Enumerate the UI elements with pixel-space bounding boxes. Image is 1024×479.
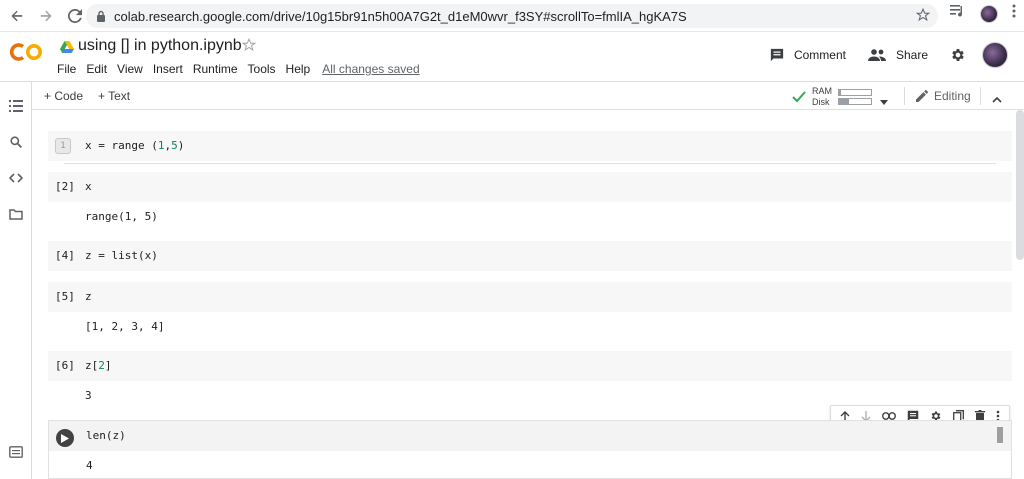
toolbar-divider [904, 87, 905, 105]
cell-exec-count: [2] [55, 180, 75, 193]
code-snippets-icon[interactable] [8, 170, 24, 186]
code-cell[interactable]: [4] z = list(x) [48, 241, 1012, 271]
disk-meter [838, 98, 872, 105]
cell-output: [1, 2, 3, 4] [85, 320, 165, 333]
add-code-cell-button[interactable]: + Code [44, 89, 83, 103]
ram-label: RAM [812, 86, 832, 96]
command-palette-icon[interactable] [8, 444, 24, 460]
colab-header: using [] in python.ipynb File Edit View … [0, 32, 1024, 82]
settings-gear-icon[interactable] [950, 47, 966, 63]
files-folder-icon[interactable] [8, 206, 24, 222]
browser-toolbar: colab.research.google.com/drive/10g15br9… [0, 0, 1024, 32]
active-code-cell[interactable]: len(z) 4 [48, 420, 1012, 479]
save-status-link[interactable]: All changes saved [322, 62, 419, 76]
menu-insert[interactable]: Insert [153, 62, 183, 76]
table-of-contents-icon[interactable] [8, 98, 24, 114]
cell-output: 3 [85, 389, 92, 402]
menu-tools[interactable]: Tools [248, 62, 276, 76]
media-playlist-icon[interactable] [950, 4, 966, 23]
cell-output: 4 [86, 459, 93, 472]
connected-check-icon [792, 91, 806, 103]
cell-exec-count: [4] [55, 249, 75, 262]
cell-output: range(1, 5) [85, 210, 158, 223]
notebook-toolbar: + Code + Text RAM Disk Editing [32, 82, 1024, 110]
page-scrollbar[interactable] [1016, 110, 1024, 260]
people-icon [867, 49, 886, 61]
disk-label: Disk [812, 97, 830, 107]
code-cell[interactable]: [2] x range(1, 5) [48, 172, 1012, 223]
comment-label: Comment [793, 48, 846, 62]
bookmark-star-icon[interactable] [915, 7, 931, 27]
cell-exec-count: [5] [55, 290, 75, 303]
colab-logo[interactable] [9, 42, 44, 68]
resource-monitor[interactable]: RAM Disk [792, 86, 872, 108]
run-cell-button[interactable] [56, 429, 74, 447]
code-cell[interactable]: [5] z [1, 2, 3, 4] [48, 282, 1012, 333]
play-icon [61, 433, 69, 443]
cell-code[interactable]: len(z) [86, 429, 126, 442]
comment-icon [770, 48, 784, 62]
address-bar[interactable]: colab.research.google.com/drive/10g15br9… [86, 4, 938, 28]
link-to-cell-icon[interactable] [882, 412, 897, 420]
add-text-cell-button[interactable]: + Text [98, 89, 130, 103]
collapse-header-icon[interactable] [992, 90, 1002, 108]
cell-exec-count[interactable]: 1 [55, 138, 71, 154]
cell-code[interactable]: x = range (1,5) [85, 139, 184, 152]
cell-divider [64, 163, 996, 164]
editing-mode-button[interactable]: Editing [916, 89, 971, 103]
left-sidebar-rail [0, 82, 32, 479]
share-button[interactable]: Share [867, 48, 928, 62]
back-icon[interactable] [5, 4, 29, 28]
account-avatar[interactable] [982, 42, 1008, 68]
ram-meter [838, 89, 872, 96]
editing-label: Editing [934, 89, 971, 103]
menu-help[interactable]: Help [286, 62, 311, 76]
share-label: Share [895, 48, 928, 62]
pencil-icon [916, 90, 928, 102]
code-cell[interactable]: 1 x = range (1,5) [48, 131, 1012, 164]
toolbar-divider [980, 87, 981, 105]
runtime-dropdown-icon[interactable] [880, 92, 888, 110]
search-icon[interactable] [8, 134, 24, 150]
cell-exec-count: [6] [55, 359, 75, 372]
comment-button[interactable]: Comment [770, 48, 846, 62]
browser-profile-avatar[interactable] [980, 4, 998, 23]
menu-edit[interactable]: Edit [86, 62, 107, 76]
reload-icon[interactable] [63, 4, 87, 28]
notebook-title[interactable]: using [] in python.ipynb [78, 37, 242, 55]
google-drive-icon[interactable] [60, 40, 74, 58]
cell-code[interactable]: z = list(x) [85, 249, 158, 262]
url-text: colab.research.google.com/drive/10g15br9… [114, 8, 687, 24]
star-notebook-icon[interactable] [241, 37, 257, 57]
menu-bar: File Edit View Insert Runtime Tools Help… [57, 62, 430, 76]
code-cell[interactable]: [6] z[2] 3 [48, 351, 1012, 402]
lock-icon [94, 10, 108, 22]
cell-code[interactable]: z [85, 290, 92, 303]
browser-menu-icon[interactable] [1012, 4, 1016, 23]
cell-code[interactable]: x [85, 180, 92, 193]
menu-view[interactable]: View [117, 62, 143, 76]
menu-runtime[interactable]: Runtime [193, 62, 238, 76]
menu-file[interactable]: File [57, 62, 76, 76]
editor-scrollbar[interactable] [997, 427, 1003, 443]
cell-code[interactable]: z[2] [85, 359, 112, 372]
forward-icon[interactable] [34, 4, 58, 28]
